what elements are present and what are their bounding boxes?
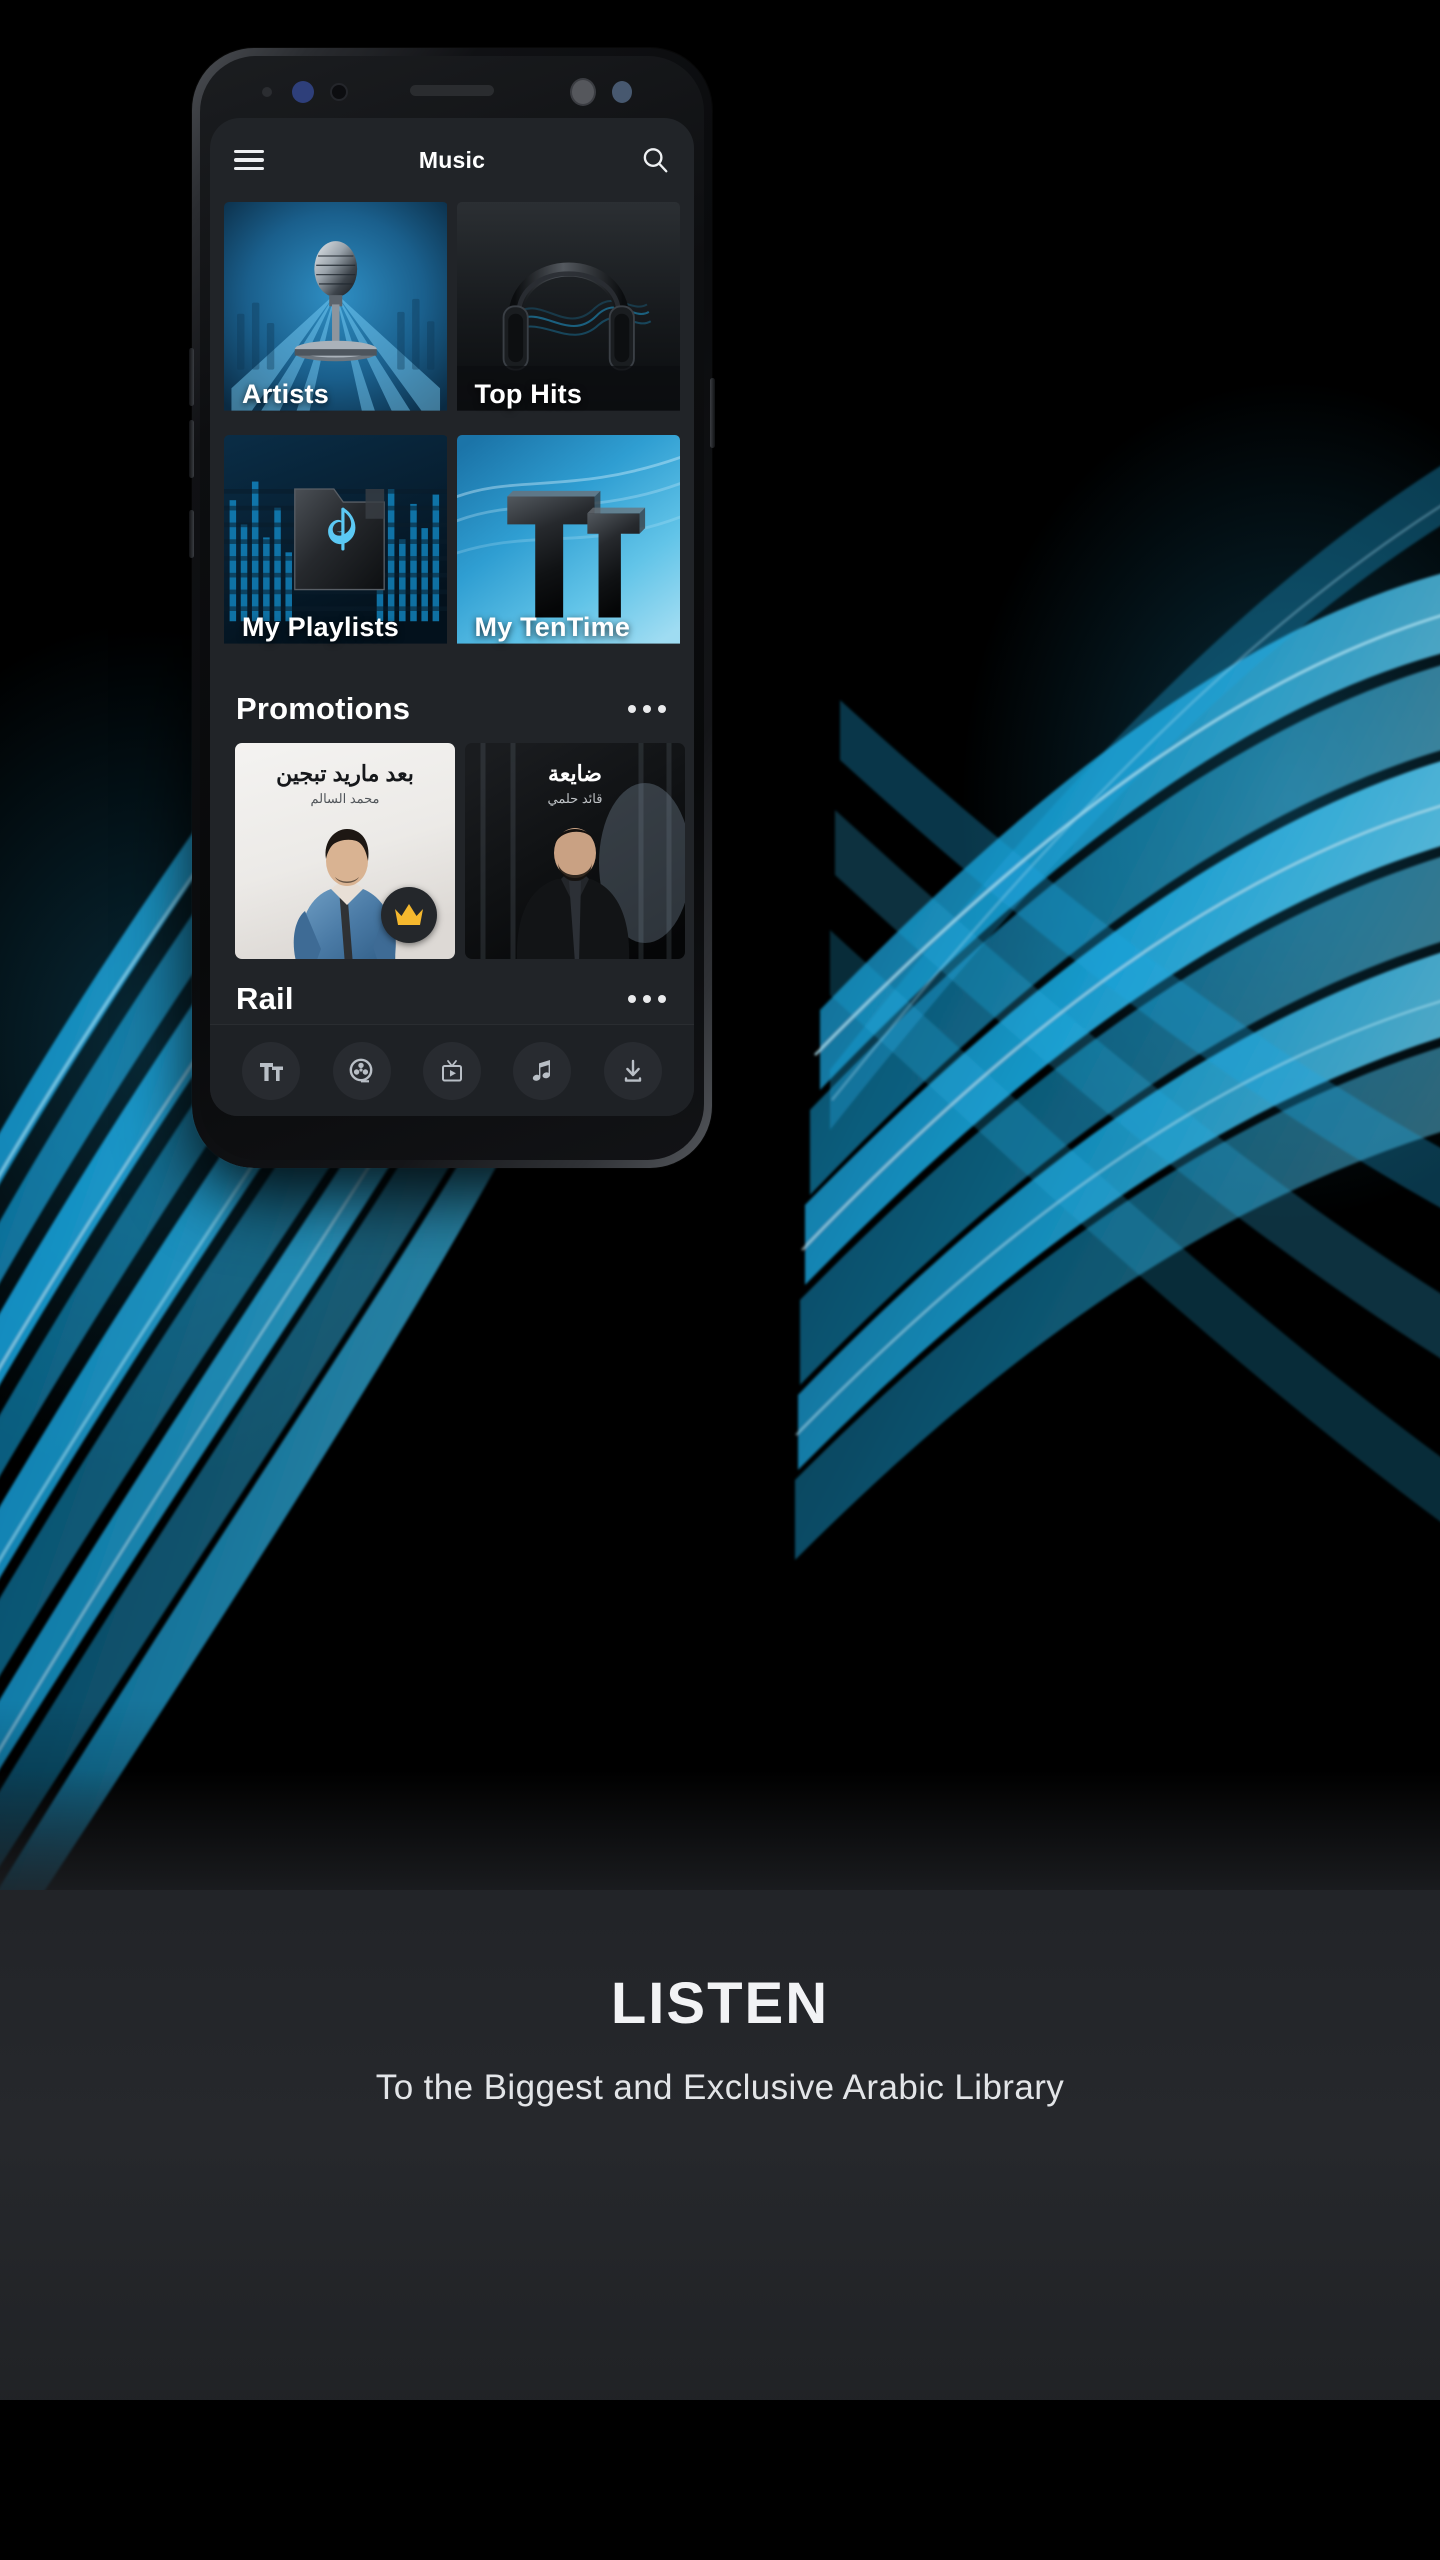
- promo-caption-panel: LISTEN To the Biggest and Exclusive Arab…: [0, 1770, 1440, 2430]
- tile-label: Top Hits: [474, 379, 583, 409]
- tentime-logo-icon: [260, 1062, 284, 1081]
- category-tile-grid: Artists Top Hits My Playlists My TenTime: [210, 202, 694, 659]
- tile-my-tentime[interactable]: My TenTime: [456, 435, 681, 659]
- film-reel-icon: [349, 1058, 372, 1082]
- tv-icon: [441, 1059, 462, 1081]
- promo-title: بعد ماريد تبجين: [276, 761, 414, 786]
- nav-item-tentime[interactable]: [242, 1041, 301, 1100]
- promo-artist: محمد السالم: [310, 791, 380, 806]
- tile-label: My TenTime: [474, 612, 631, 642]
- tile-label: Artists: [242, 379, 329, 409]
- promo-title: ضايعة: [548, 761, 602, 786]
- crown-icon: [395, 904, 423, 925]
- section-header-promotions: Promotions: [210, 659, 694, 743]
- crown-premium-badge: [381, 887, 437, 943]
- tile-artists[interactable]: Artists: [224, 202, 448, 426]
- section-header-rail: Rail: [210, 959, 694, 1023]
- caption-subline: To the Biggest and Exclusive Arabic Libr…: [375, 2068, 1065, 2107]
- bixby-button[interactable]: [189, 510, 194, 558]
- earpiece-speaker: [410, 85, 494, 96]
- more-horizontal-icon[interactable]: [626, 985, 668, 1013]
- page-title: Music: [418, 146, 486, 173]
- bottom-black-bar: [0, 2400, 1440, 2560]
- tile-top-hits[interactable]: Top Hits: [456, 202, 681, 426]
- section-title: Promotions: [236, 691, 411, 726]
- nav-item-music[interactable]: [513, 1041, 572, 1100]
- phone-screen: Music Artists Top Hits My Playlists My T…: [210, 118, 694, 1116]
- screenshot-stage: LISTEN To the Biggest and Exclusive Arab…: [0, 0, 1440, 2560]
- tile-label: My Playlists: [242, 612, 399, 642]
- search-icon[interactable]: [640, 145, 670, 175]
- music-note-icon: [533, 1059, 551, 1081]
- nav-item-downloads[interactable]: [603, 1041, 662, 1100]
- caption-headline: LISTEN: [610, 1971, 830, 2036]
- promo-card[interactable]: بعد ماريد تبجين محمد السالم: [235, 743, 455, 959]
- nav-item-tv[interactable]: [422, 1041, 481, 1100]
- section-title: Rail: [236, 981, 294, 1016]
- app-header: Music: [210, 118, 694, 202]
- tile-my-playlists[interactable]: My Playlists: [224, 435, 448, 659]
- sensor-dot-icon: [262, 87, 272, 97]
- promo-card[interactable]: ضايعة قائد حلمي: [465, 743, 685, 959]
- promotions-rail[interactable]: بعد ماريد تبجين محمد السالم ضايعة قائد ح…: [210, 743, 694, 959]
- led-indicator-icon: [612, 81, 632, 103]
- promo-artist: قائد حلمي: [547, 791, 603, 806]
- front-camera-icon: [570, 78, 596, 106]
- download-icon: [624, 1059, 641, 1082]
- volume-down-button[interactable]: [189, 420, 194, 478]
- bottom-navigation-bar: [210, 1024, 694, 1116]
- power-button[interactable]: [710, 378, 715, 448]
- phone-top-bezel: [200, 56, 704, 118]
- phone-mockup: Music Artists Top Hits My Playlists My T…: [189, 48, 715, 1168]
- iris-sensor-icon: [330, 83, 348, 101]
- proximity-sensor-icon: [292, 81, 314, 103]
- more-horizontal-icon[interactable]: [626, 695, 668, 723]
- nav-item-movies[interactable]: [332, 1041, 391, 1100]
- phone-body: Music Artists Top Hits My Playlists My T…: [200, 56, 704, 1160]
- hamburger-menu-icon[interactable]: [234, 149, 264, 171]
- volume-up-button[interactable]: [189, 348, 194, 406]
